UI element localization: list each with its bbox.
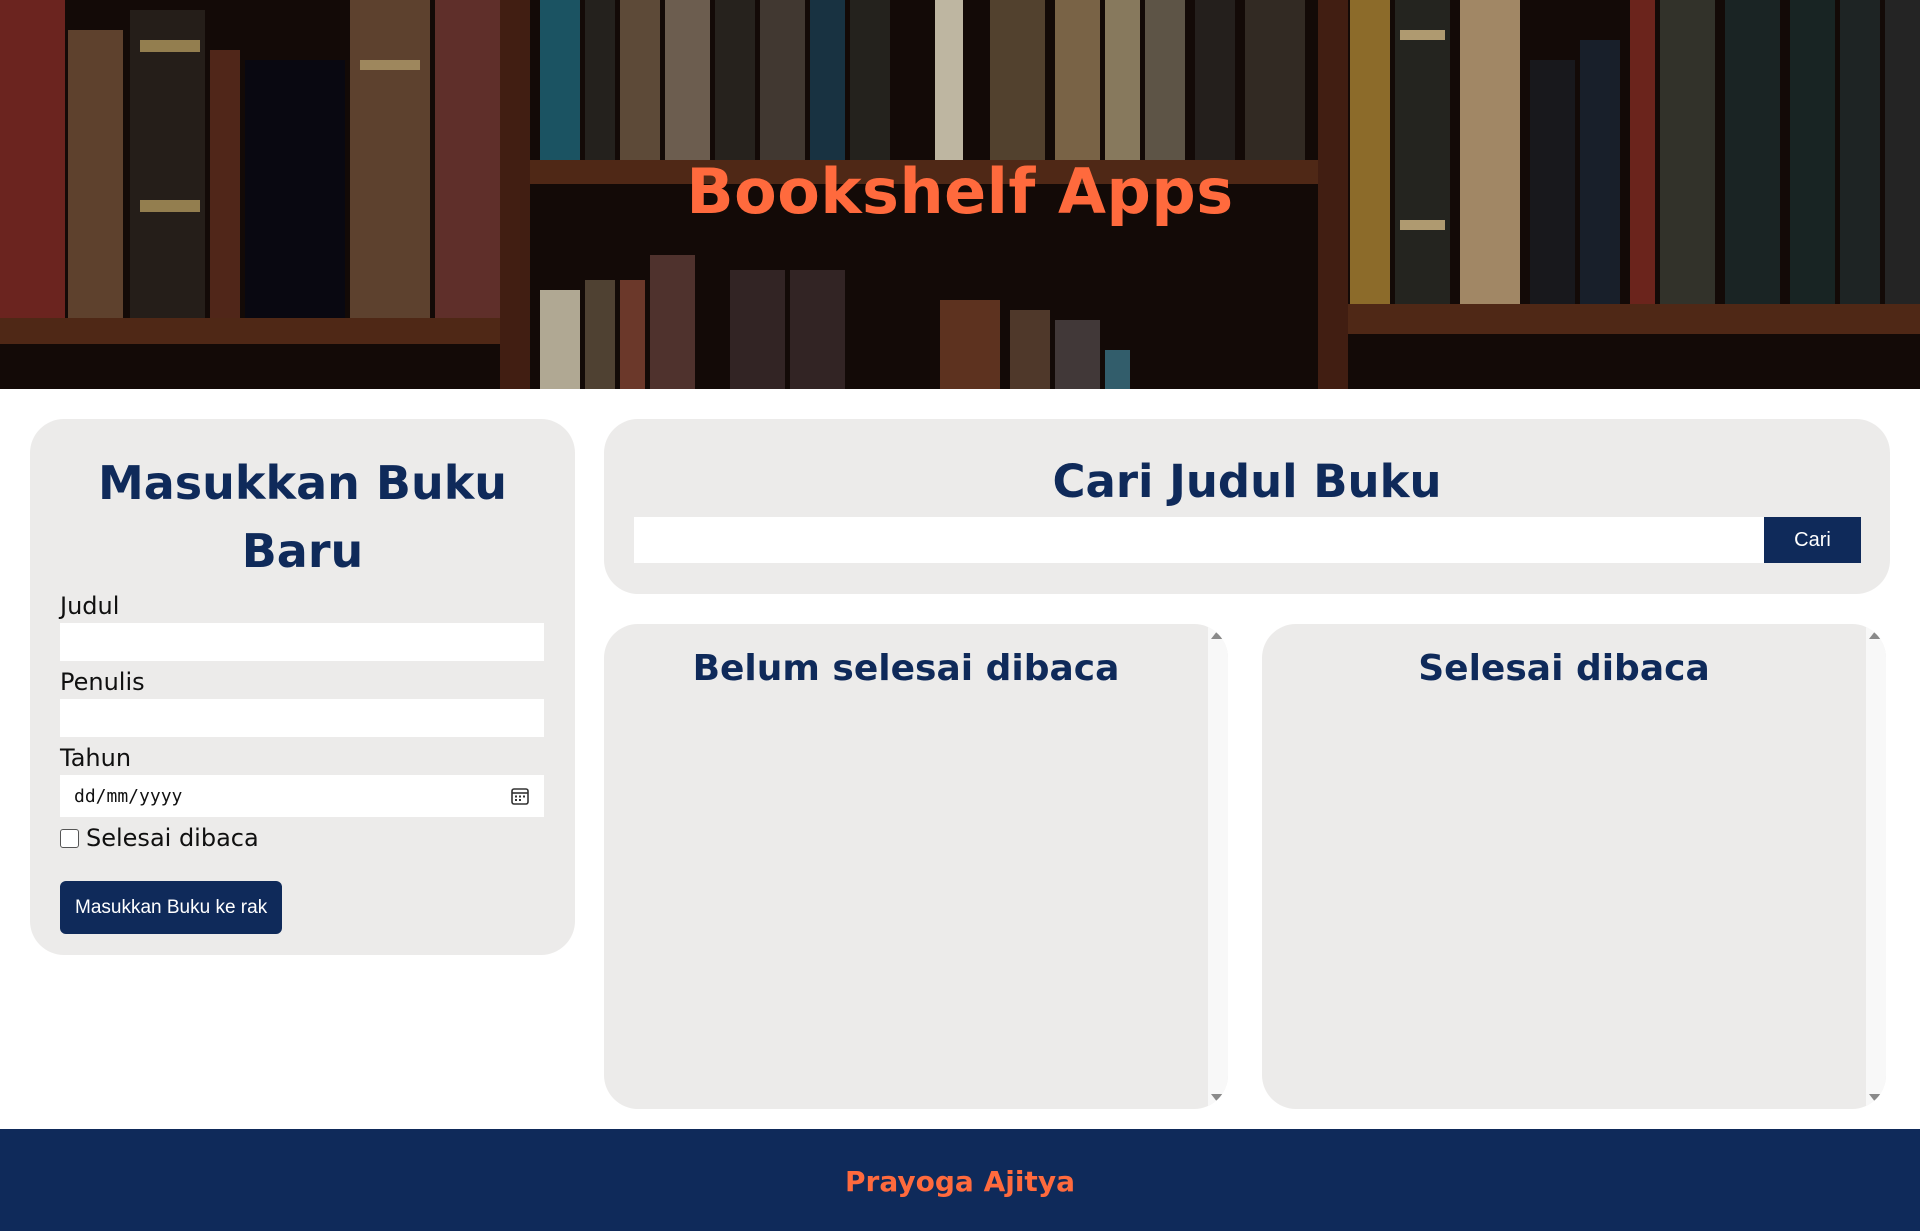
search-card: Cari Judul Buku Cari — [604, 419, 1890, 594]
add-book-card: Masukkan Buku Baru Judul Penulis Tahun d… — [30, 419, 575, 955]
incomplete-shelf-scrollbar[interactable] — [1208, 624, 1228, 1109]
tahun-date-input[interactable]: dd/mm/yyyy — [60, 775, 544, 817]
complete-shelf-scrollbar[interactable] — [1866, 624, 1886, 1109]
add-book-title-line2: Baru — [241, 524, 364, 578]
incomplete-bookshelf[interactable]: Belum selesai dibaca — [604, 624, 1228, 1109]
add-book-title-line1: Masukkan Buku — [97, 456, 508, 510]
incomplete-shelf-title: Belum selesai dibaca — [692, 648, 1120, 689]
scroll-up-icon[interactable] — [1869, 630, 1883, 639]
complete-shelf-title: Selesai dibaca — [1418, 648, 1710, 689]
search-input[interactable] — [634, 517, 1764, 563]
tahun-label: Tahun — [60, 744, 132, 772]
judul-label: Judul — [60, 592, 120, 620]
selesai-checkbox-label: Selesai dibaca — [86, 824, 259, 852]
footer: Prayoga Ajitya — [0, 1129, 1920, 1231]
footer-author: Prayoga Ajitya — [845, 1165, 1075, 1198]
scroll-up-icon[interactable] — [1211, 630, 1225, 639]
penulis-input[interactable] — [60, 699, 544, 737]
scroll-down-icon[interactable] — [1211, 1094, 1225, 1103]
selesai-checkbox-row: Selesai dibaca — [60, 821, 545, 855]
selesai-checkbox[interactable] — [60, 828, 79, 848]
judul-input[interactable] — [60, 623, 544, 661]
calendar-icon[interactable] — [510, 786, 530, 806]
penulis-label: Penulis — [60, 668, 145, 696]
complete-bookshelf[interactable]: Selesai dibaca — [1262, 624, 1886, 1109]
header-banner: Bookshelf Apps — [0, 0, 1920, 389]
scroll-down-icon[interactable] — [1869, 1094, 1883, 1103]
add-book-title: Masukkan Buku Baru — [90, 419, 515, 585]
date-placeholder: dd/mm/yyyy — [74, 785, 183, 807]
submit-book-button[interactable]: Masukkan Buku ke rak — [60, 881, 283, 934]
search-title: Cari Judul Buku — [1052, 455, 1442, 508]
app-title: Bookshelf Apps — [686, 155, 1234, 228]
search-button[interactable]: Cari — [1764, 517, 1861, 563]
